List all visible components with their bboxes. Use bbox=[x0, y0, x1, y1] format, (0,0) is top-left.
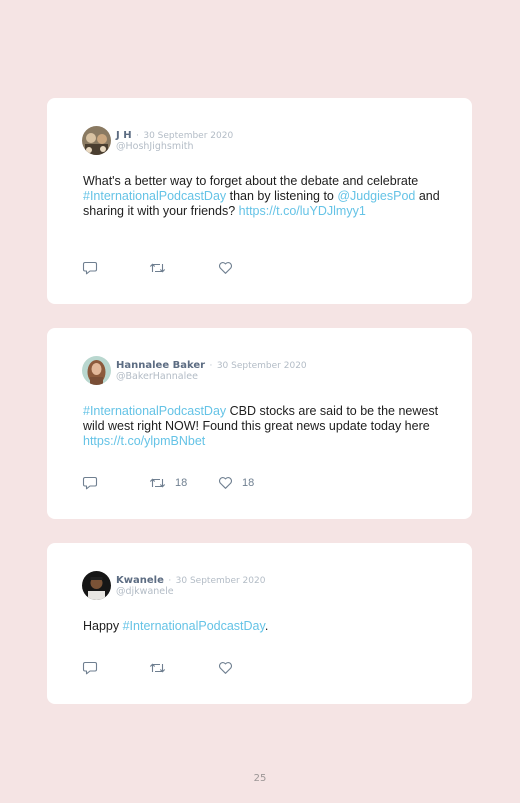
mention-link[interactable]: @JudgiesPod bbox=[337, 189, 415, 203]
retweet-button[interactable]: 18 bbox=[149, 475, 187, 491]
url-link[interactable]: https://t.co/luYDJlmyy1 bbox=[239, 204, 366, 218]
tweet-actions: 18 18 bbox=[82, 475, 302, 491]
tweet-date[interactable]: 30 September 2020 bbox=[217, 361, 307, 371]
reply-icon bbox=[82, 261, 98, 275]
tweet-actions bbox=[82, 660, 302, 676]
reply-icon bbox=[82, 661, 98, 675]
reply-button[interactable] bbox=[82, 660, 98, 676]
like-button[interactable] bbox=[218, 260, 242, 276]
reply-icon bbox=[82, 476, 98, 490]
retweet-icon bbox=[149, 663, 166, 673]
tweet-date[interactable]: 30 September 2020 bbox=[176, 576, 266, 586]
tweet-card: Kwanele · 30 September 2020 @djkwanele H… bbox=[47, 543, 472, 704]
heart-icon bbox=[219, 477, 232, 489]
reply-button[interactable] bbox=[82, 475, 98, 491]
heart-icon bbox=[219, 262, 232, 274]
tweet-card: J H · 30 September 2020 @HoshJighsmith W… bbox=[47, 98, 472, 304]
tweet-text: Happy #InternationalPodcastDay. bbox=[83, 619, 448, 634]
separator-dot: · bbox=[209, 361, 213, 371]
retweet-button[interactable] bbox=[149, 660, 175, 676]
reply-button[interactable] bbox=[82, 260, 98, 276]
url-link[interactable]: https://t.co/ylpmBNbet bbox=[83, 434, 205, 448]
tweet-text: #InternationalPodcastDay CBD stocks are … bbox=[83, 404, 448, 449]
tweet-actions bbox=[82, 260, 302, 276]
retweet-count: 18 bbox=[175, 477, 188, 489]
author-handle[interactable]: @djkwanele bbox=[116, 585, 174, 598]
text-segment: than by listening to bbox=[226, 189, 338, 203]
hashtag-link[interactable]: #InternationalPodcastDay bbox=[83, 404, 226, 418]
like-count: 18 bbox=[242, 477, 255, 489]
avatar[interactable] bbox=[82, 126, 111, 155]
tweet-card: Hannalee Baker · 30 September 2020 @Bake… bbox=[47, 328, 472, 519]
text-segment: . bbox=[264, 619, 269, 633]
retweet-button[interactable] bbox=[149, 260, 175, 276]
hashtag-link[interactable]: #InternationalPodcastDay bbox=[123, 619, 265, 633]
avatar[interactable] bbox=[82, 571, 111, 600]
author-handle[interactable]: @HoshJighsmith bbox=[116, 140, 194, 153]
avatar[interactable] bbox=[82, 356, 111, 385]
like-button[interactable]: 18 bbox=[218, 475, 254, 491]
retweet-icon bbox=[149, 478, 166, 488]
text-segment: What's a better way to forget about the … bbox=[83, 174, 419, 188]
like-button[interactable] bbox=[218, 660, 242, 676]
author-handle[interactable]: @BakerHannalee bbox=[116, 370, 198, 383]
hashtag-link[interactable]: #InternationalPodcastDay bbox=[83, 189, 226, 203]
text-segment: Happy bbox=[83, 619, 123, 633]
retweet-icon bbox=[149, 263, 166, 273]
heart-icon bbox=[219, 662, 232, 674]
page-number: 25 bbox=[253, 773, 267, 784]
tweet-text: What's a better way to forget about the … bbox=[83, 174, 448, 219]
